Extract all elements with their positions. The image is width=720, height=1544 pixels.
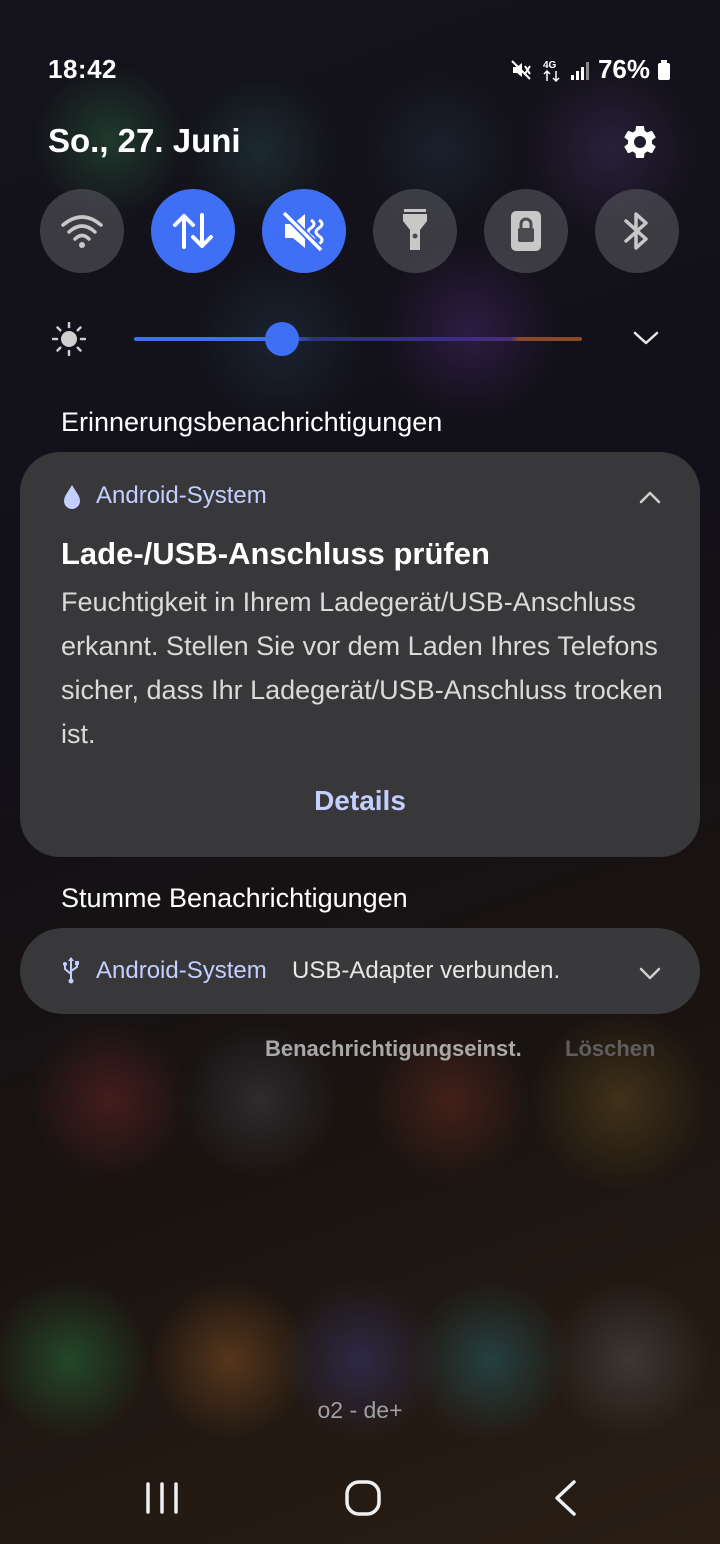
data-4g-icon: 4G xyxy=(543,60,560,82)
tile-wifi[interactable] xyxy=(40,189,124,273)
section-title-reminders: Erinnerungsbenachrichtigungen xyxy=(61,407,443,437)
water-drop-icon xyxy=(64,485,80,509)
flashlight-icon xyxy=(403,209,427,250)
notification-settings-button[interactable]: Benachrichtigungseinst. xyxy=(265,1036,522,1062)
notification-message: USB-Adapter verbunden. xyxy=(292,957,561,984)
mute-icon xyxy=(281,210,324,252)
notification-title: Lade-/USB-Anschluss prüfen xyxy=(61,536,490,571)
chevron-down-icon[interactable] xyxy=(638,964,662,982)
carrier-label: o2 - de+ xyxy=(317,1397,403,1423)
section-title-silent: Stumme Benachrichtigungen xyxy=(61,883,408,913)
tile-flashlight[interactable] xyxy=(373,189,457,273)
date-label: So., 27. Juni xyxy=(48,122,241,159)
status-time: 18:42 xyxy=(48,54,117,84)
lock-icon xyxy=(511,211,541,251)
svg-text:4G: 4G xyxy=(543,60,557,71)
chevron-down-icon[interactable] xyxy=(632,326,660,350)
mute-icon xyxy=(511,59,531,80)
brightness-slider[interactable] xyxy=(134,337,582,341)
status-icons: 4G 76% xyxy=(510,54,670,85)
wifi-icon xyxy=(61,215,103,248)
battery-percent: 76% xyxy=(597,54,650,84)
tile-mute[interactable] xyxy=(262,189,346,273)
details-button[interactable]: Details xyxy=(20,785,700,817)
sun-icon xyxy=(52,322,86,356)
clear-button[interactable]: Löschen xyxy=(565,1036,655,1062)
tile-mobile-data[interactable] xyxy=(151,189,235,273)
bluetooth-icon xyxy=(624,212,648,250)
notification-app-name: Android-System xyxy=(96,482,267,509)
notification-app-name: Android-System xyxy=(96,957,267,984)
recents-icon[interactable] xyxy=(144,1478,180,1518)
usb-icon xyxy=(63,957,79,984)
mobile-data-icon xyxy=(173,213,213,249)
signal-icon xyxy=(570,61,589,80)
notification-card[interactable]: Android-System Lade-/USB-Anschluss prüfe… xyxy=(20,452,700,857)
brightness-slider-thumb[interactable] xyxy=(265,322,299,356)
home-icon[interactable] xyxy=(344,1478,382,1518)
notification-body: Feuchtigkeit in Ihrem Ladegerät/USB-Ansc… xyxy=(61,587,663,749)
battery-icon xyxy=(658,59,670,80)
tile-bluetooth[interactable] xyxy=(595,189,679,273)
back-icon[interactable] xyxy=(552,1478,578,1518)
gear-icon[interactable] xyxy=(620,122,660,162)
tile-screen-lock[interactable] xyxy=(484,189,568,273)
chevron-up-icon[interactable] xyxy=(638,488,662,506)
notification-card-usb[interactable]: Android-System USB-Adapter verbunden. xyxy=(20,928,700,1014)
